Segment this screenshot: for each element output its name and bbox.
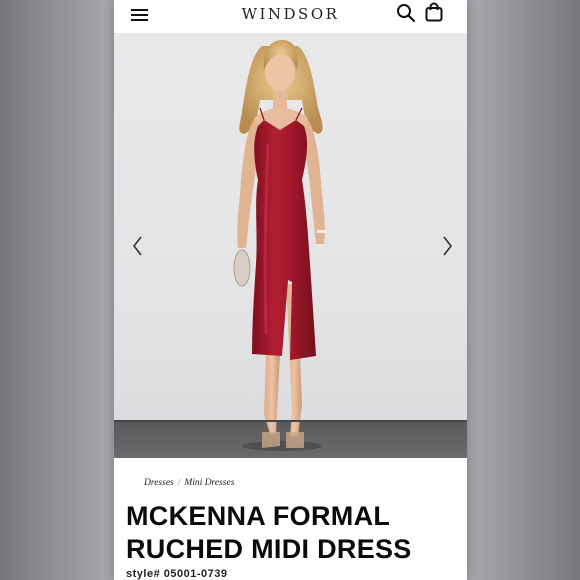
- product-photo: [233, 40, 326, 451]
- breadcrumb-separator: /: [177, 478, 181, 488]
- search-icon[interactable]: [396, 3, 416, 23]
- chevron-right-icon[interactable]: [439, 234, 455, 258]
- phone-screen: WINDSOR Dresses / Mini Dresses MCKENNA F…: [114, 0, 467, 580]
- breadcrumb-mini-dresses[interactable]: Mini Dresses: [184, 478, 234, 488]
- product-image-carousel[interactable]: [114, 34, 467, 458]
- style-number: style# 05001-0739: [126, 568, 228, 580]
- product-title: MCKENNA FORMAL RUCHED MIDI DRESS: [126, 501, 412, 564]
- breadcrumb: Dresses / Mini Dresses: [144, 478, 234, 488]
- shopping-bag-icon[interactable]: [425, 2, 443, 22]
- site-header: WINDSOR: [114, 0, 467, 34]
- chevron-left-icon[interactable]: [130, 234, 146, 258]
- floor-edge: [114, 420, 467, 422]
- breadcrumb-dresses[interactable]: Dresses: [144, 478, 174, 488]
